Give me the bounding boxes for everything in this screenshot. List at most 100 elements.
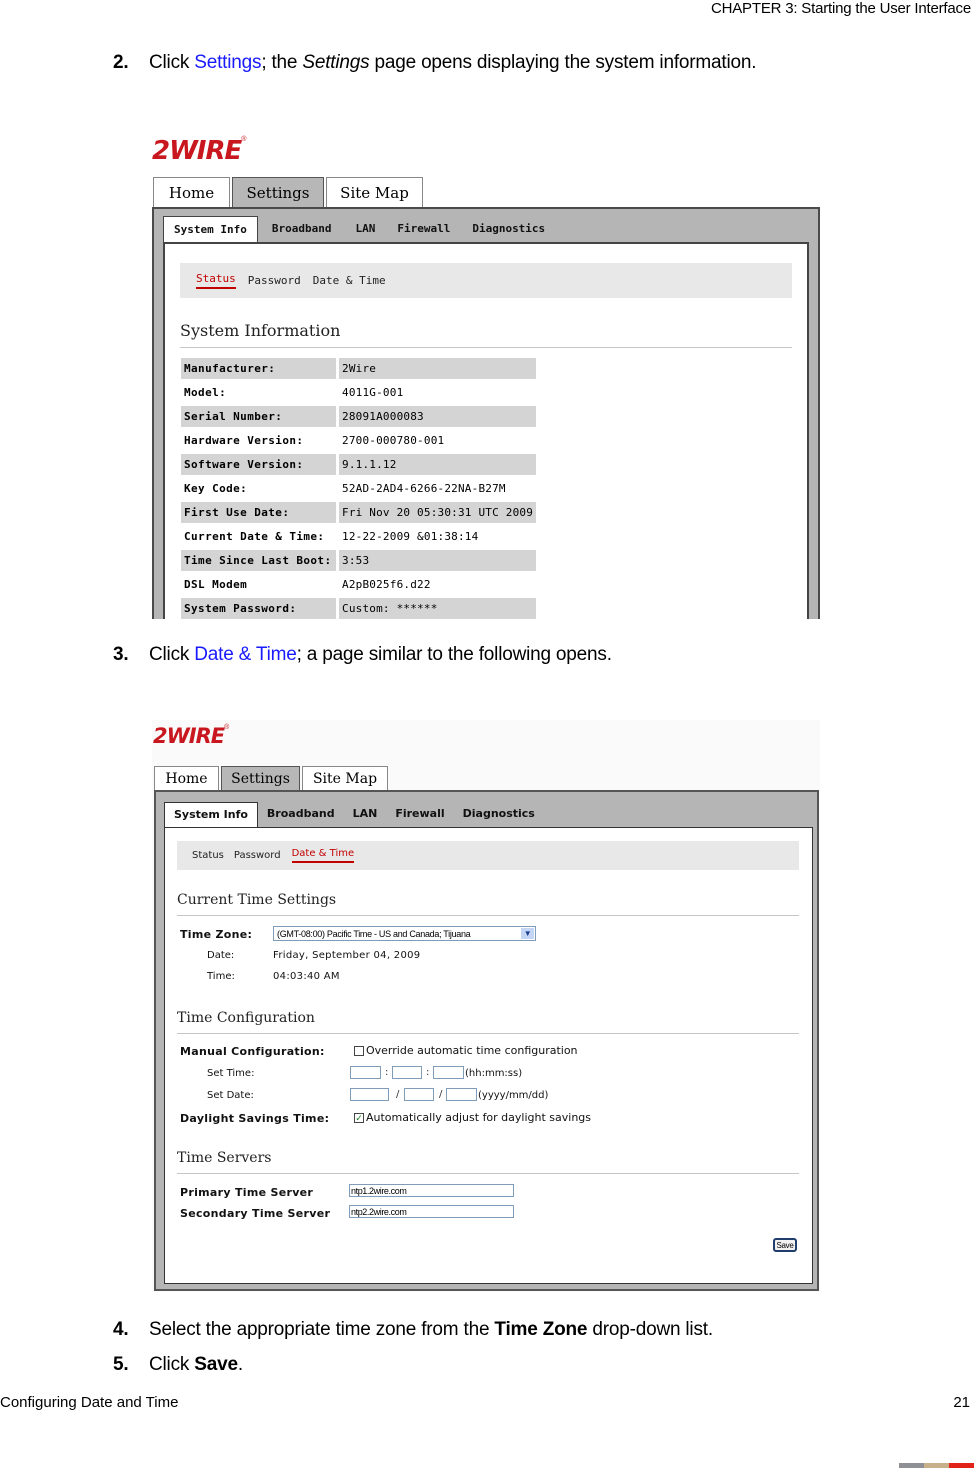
set-date-month-input[interactable] — [404, 1088, 434, 1101]
subtab-system-info[interactable]: System Info — [163, 216, 258, 243]
table-row: Hardware Version: 2700-000780-001 — [181, 430, 536, 451]
row-value: 2700-000780-001 — [342, 434, 445, 447]
row-value: 2Wire — [339, 358, 537, 379]
step-number: 5. — [113, 1354, 129, 1375]
subtab-system-info[interactable]: System Info — [164, 802, 258, 827]
step-text: drop-down list. — [587, 1319, 713, 1340]
time-value: 04:03:40 AM — [273, 971, 340, 982]
override-checkbox[interactable] — [354, 1046, 364, 1056]
content-panel: Status Password Date & Time Current Time… — [164, 827, 813, 1284]
registered-mark: ® — [241, 136, 247, 143]
time-label: Time: — [207, 971, 235, 982]
sub-nav: Status Password Date & Time — [177, 841, 799, 870]
row-value: 9.1.1.12 — [339, 454, 537, 475]
nav-password[interactable]: Password — [248, 274, 301, 287]
set-time-minutes-input[interactable] — [392, 1066, 422, 1079]
date-time-screenshot: 2WIRE® Home Settings Site Map System Inf… — [152, 720, 820, 1292]
nav-date-time[interactable]: Date & Time — [291, 848, 355, 863]
settings-frame: System Info Broadband LAN Firewall Diagn… — [152, 207, 820, 619]
step-italic: Settings — [302, 52, 370, 73]
step-text: page opens displaying the system informa… — [369, 52, 757, 73]
dst-checkbox[interactable]: ✓ — [354, 1113, 364, 1123]
set-date-label: Set Date: — [207, 1090, 254, 1101]
step-text: ; the — [261, 52, 303, 73]
step-number: 2. — [113, 52, 129, 73]
row-label: Manufacturer: — [181, 358, 336, 379]
tab-settings[interactable]: Settings — [232, 177, 324, 207]
row-label: Key Code: — [184, 482, 248, 495]
time-zone-select[interactable]: (GMT-08:00) Pacific Time - US and Canada… — [273, 926, 536, 941]
tab-home[interactable]: Home — [153, 177, 230, 207]
row-value: 3:53 — [339, 550, 537, 571]
table-row: System Password: Custom: ****** — [181, 598, 537, 619]
subtab-diagnostics[interactable]: Diagnostics — [462, 222, 557, 243]
subtab-lan[interactable]: LAN — [343, 222, 387, 243]
registered-mark: ® — [224, 724, 230, 731]
step-bold: Time Zone — [494, 1319, 588, 1340]
dst-label: Daylight Savings Time: — [180, 1112, 330, 1125]
row-value: 52AD-2AD4-6266-22NA-B27M — [342, 482, 506, 495]
subtab-broadband[interactable]: Broadband — [258, 807, 344, 827]
tab-site-map[interactable]: Site Map — [326, 177, 423, 207]
step-text: . — [237, 1354, 243, 1375]
subtab-firewall[interactable]: Firewall — [387, 222, 462, 243]
tab-settings[interactable]: Settings — [221, 766, 300, 791]
nav-status[interactable]: Status — [196, 272, 236, 289]
tab-home[interactable]: Home — [154, 766, 219, 791]
table-row: DSL Modem A2pB025f6.d22 — [181, 574, 536, 595]
footer-bar-segment — [924, 1463, 949, 1468]
date-label: Date: — [207, 950, 235, 961]
subtab-firewall[interactable]: Firewall — [386, 807, 453, 827]
time-config-title: Time Configuration — [177, 1010, 799, 1034]
secondary-server-label: Secondary Time Server — [180, 1207, 331, 1220]
set-date-year-input[interactable] — [350, 1088, 389, 1101]
date-value: Friday, September 04, 2009 — [273, 950, 421, 961]
row-label: Current Date & Time: — [184, 530, 325, 543]
primary-server-input[interactable]: ntp1.2wire.com — [349, 1184, 514, 1197]
section-title: System Information — [180, 321, 792, 348]
footer-bar-segment — [899, 1463, 924, 1468]
top-tabs: Home Settings Site Map — [154, 766, 390, 791]
row-value: A2pB025f6.d22 — [342, 578, 431, 591]
nav-status[interactable]: Status — [192, 850, 224, 861]
subtab-diagnostics[interactable]: Diagnostics — [454, 807, 544, 827]
set-time-seconds-input[interactable] — [433, 1066, 464, 1079]
settings-link[interactable]: Settings — [194, 52, 261, 73]
step-number: 3. — [113, 644, 129, 665]
row-label: Software Version: — [181, 454, 336, 475]
secondary-server-input[interactable]: ntp2.2wire.com — [349, 1205, 514, 1218]
manual-config-label: Manual Configuration: — [180, 1045, 325, 1058]
date-format-hint: (yyyy/mm/dd) — [478, 1090, 549, 1101]
date-time-link[interactable]: Date & Time — [194, 644, 297, 665]
dst-option-label: Automatically adjust for daylight saving… — [366, 1111, 592, 1124]
table-row: Key Code: 52AD-2AD4-6266-22NA-B27M — [181, 478, 536, 499]
save-button[interactable]: Save — [773, 1238, 797, 1252]
step-2: 2. Click Settings; the Settings page open… — [113, 52, 756, 74]
row-label: Serial Number: — [181, 406, 336, 427]
date-separator: / — [396, 1089, 400, 1100]
date-separator: / — [439, 1089, 443, 1100]
set-time-hours-input[interactable] — [350, 1066, 381, 1079]
chevron-down-icon[interactable]: ▼ — [521, 928, 534, 939]
sub-tabs: System Info Broadband LAN Firewall Diagn… — [163, 216, 557, 243]
row-value: 4011G-001 — [342, 386, 404, 399]
step-text: Click — [149, 1354, 195, 1375]
subtab-lan[interactable]: LAN — [344, 807, 387, 827]
step-text: ; a page similar to the following opens. — [296, 644, 612, 665]
nav-password[interactable]: Password — [234, 850, 281, 861]
set-date-day-input[interactable] — [446, 1088, 477, 1101]
brand-logo: 2WIRE® — [152, 136, 246, 166]
sub-nav: Status Password Date & Time — [180, 263, 792, 298]
settings-frame: System Info Broadband LAN Firewall Diagn… — [154, 790, 819, 1291]
time-zone-label: Time Zone: — [180, 928, 253, 941]
time-servers-title: Time Servers — [177, 1150, 799, 1174]
step-5: 5. Click Save. — [113, 1354, 243, 1376]
row-label: Time Since Last Boot: — [181, 550, 336, 571]
primary-server-label: Primary Time Server — [180, 1186, 314, 1199]
time-format-hint: (hh:mm:ss) — [465, 1068, 523, 1079]
subtab-broadband[interactable]: Broadband — [258, 222, 344, 243]
tab-site-map[interactable]: Site Map — [302, 766, 388, 791]
row-value: Fri Nov 20 05:30:31 UTC 2009 — [339, 502, 537, 523]
table-row: Software Version: 9.1.1.12 — [181, 454, 537, 475]
nav-date-time[interactable]: Date & Time — [313, 274, 386, 287]
